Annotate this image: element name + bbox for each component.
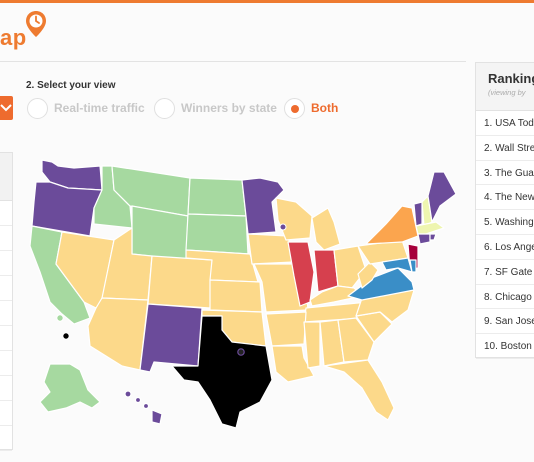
list-item[interactable] <box>0 401 12 426</box>
state-florida[interactable] <box>323 359 395 421</box>
state-arkansas[interactable] <box>265 311 307 347</box>
ranking-item[interactable]: 8. Chicago <box>476 285 534 310</box>
state-north-dakota[interactable] <box>187 177 247 217</box>
view-option-winners-by-state[interactable]: Winners by state <box>154 97 277 119</box>
left-panel-header <box>0 153 12 201</box>
us-states-map[interactable] <box>22 150 474 435</box>
radio-circle-selected[interactable] <box>284 97 305 119</box>
view-option-label: Winners by state <box>181 101 277 115</box>
state-vermont[interactable] <box>413 201 423 227</box>
state-new-york[interactable] <box>365 205 419 245</box>
left-list-panel <box>0 152 13 451</box>
state-wyoming[interactable] <box>131 205 189 261</box>
clock-pin-icon <box>26 11 46 37</box>
state-connecticut[interactable] <box>417 233 431 245</box>
list-item[interactable] <box>0 276 12 301</box>
state-wisconsin[interactable] <box>275 197 313 241</box>
logo[interactable]: ap <box>0 6 60 50</box>
list-item[interactable] <box>0 201 12 226</box>
state-kansas[interactable] <box>209 279 263 313</box>
header-divider <box>0 61 466 62</box>
state-rhode-island[interactable] <box>429 233 437 241</box>
view-option-both[interactable]: Both <box>284 97 338 119</box>
state-south-dakota[interactable] <box>185 213 249 255</box>
state-arizona[interactable] <box>87 297 149 371</box>
state-colorado[interactable] <box>147 255 213 309</box>
ranking-panel: Ranking (viewing by 1. USA Tod 2. Wall S… <box>475 62 534 359</box>
ranking-item[interactable]: 2. Wall Stre <box>476 136 534 161</box>
chevron-down-icon <box>0 104 12 112</box>
collapse-toggle-button[interactable] <box>0 96 13 120</box>
list-item[interactable] <box>0 251 12 276</box>
radio-circle[interactable] <box>27 97 48 119</box>
list-item[interactable] <box>0 376 12 401</box>
view-option-realtime-traffic[interactable]: Real-time traffic <box>27 97 145 119</box>
ranking-item[interactable]: 9. San Jose <box>476 309 534 335</box>
ranking-title: Ranking <box>488 71 534 86</box>
ranking-item[interactable]: 6. Los Ange <box>476 235 534 260</box>
logo-text: ap <box>0 25 27 50</box>
ranking-subtitle: (viewing by <box>488 88 526 97</box>
ranking-item[interactable]: 7. SF Gate <box>476 260 534 285</box>
ranking-item[interactable]: 5. Washing <box>476 210 534 235</box>
state-michigan[interactable] <box>311 207 341 251</box>
radio-circle[interactable] <box>154 97 175 119</box>
list-item[interactable] <box>0 226 12 251</box>
view-option-label: Real-time traffic <box>54 101 145 115</box>
list-item[interactable] <box>0 426 12 451</box>
location-marker <box>237 348 245 356</box>
location-marker <box>62 332 70 340</box>
select-view-label: 2. Select your view <box>26 80 116 91</box>
ranking-item[interactable]: 10. Boston <box>476 334 534 359</box>
top-accent-bar <box>0 0 534 3</box>
ranking-item[interactable]: 3. The Gua <box>476 161 534 186</box>
state-hawaii[interactable] <box>124 390 163 425</box>
view-option-label: Both <box>311 101 339 115</box>
list-item[interactable] <box>0 326 12 351</box>
state-maine[interactable] <box>427 171 457 223</box>
state-new-mexico[interactable] <box>139 303 203 373</box>
ranking-header: Ranking (viewing by <box>476 63 534 111</box>
location-marker <box>279 223 287 231</box>
ranking-item[interactable]: 4. The New <box>476 185 534 211</box>
list-item[interactable] <box>0 351 12 376</box>
state-alaska[interactable] <box>39 363 101 413</box>
location-marker <box>56 314 64 322</box>
ranking-item[interactable]: 1. USA Tod <box>476 111 534 136</box>
list-item[interactable] <box>0 301 12 326</box>
